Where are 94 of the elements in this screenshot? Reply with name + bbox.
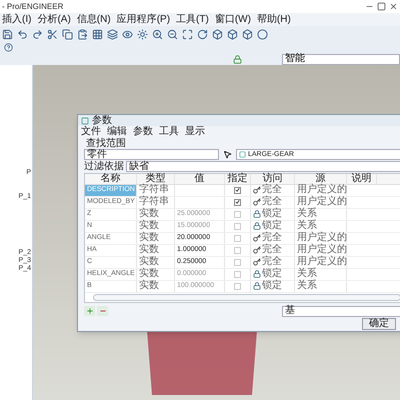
column-header: 名称 (85, 174, 137, 184)
table-cell: 关系 (295, 268, 347, 280)
dialog-icon (81, 116, 89, 125)
table-cell: 关系 (295, 220, 347, 232)
access-text: 完全 (262, 197, 282, 208)
menu-item[interactable]: 工具 (159, 126, 179, 137)
key-icon (253, 186, 261, 194)
filter-field[interactable]: 缺省 (126, 161, 400, 172)
table-cell: 用户定义的 (295, 184, 347, 196)
table-cell: 字符串 (137, 196, 175, 208)
table-cell: 用户定义的 (295, 256, 347, 268)
access-text: 完全 (262, 185, 282, 196)
redo-icon[interactable] (32, 28, 43, 40)
remove-button[interactable] (97, 306, 108, 316)
table-cell: 用户定义的 (295, 244, 347, 256)
plus-icon (86, 307, 94, 316)
table-cell: 关系 (295, 208, 347, 220)
menu-item[interactable]: 插入(I) (2, 14, 32, 24)
part-icon (239, 151, 246, 158)
menu-item[interactable]: 信息(N) (76, 14, 111, 24)
pointer-icon[interactable] (223, 150, 232, 160)
menu-item[interactable]: 显示 (185, 126, 205, 137)
access-text: 完全 (262, 257, 282, 268)
table-cell: 用户定义的 (295, 196, 347, 208)
designate-checkbox[interactable] (234, 198, 241, 206)
table-cell: 实数 (137, 256, 175, 268)
table-cell: 实数 (137, 280, 175, 292)
add-button[interactable] (84, 306, 95, 316)
maximize-icon[interactable] (377, 2, 386, 11)
designate-checkbox[interactable] (234, 186, 241, 194)
access-text: 锁定 (262, 209, 282, 220)
layers-icon[interactable] (107, 28, 118, 40)
key-icon (253, 198, 261, 206)
shading-icon[interactable] (137, 28, 148, 40)
access-text: 锁定 (262, 221, 282, 232)
table-cell: 实数 (137, 268, 175, 280)
menu-item[interactable]: 分析(A) (37, 14, 71, 24)
table-cell: 关系 (295, 280, 347, 292)
menu-item[interactable]: 文件 (81, 126, 101, 137)
window-title: - Pro/ENGINEER (2, 0, 64, 12)
grid-icon[interactable] (92, 28, 103, 40)
close-icon[interactable] (389, 2, 398, 11)
lookup-label: 查找范围 (85, 138, 127, 149)
table-cell: 字符串 (137, 184, 175, 196)
table-cell: 实数 (137, 232, 175, 244)
column-header: 类型 (137, 174, 175, 184)
menu-item[interactable]: 应用程序(P) (116, 14, 170, 24)
lock-icon (253, 282, 261, 290)
cut-icon[interactable] (47, 28, 58, 40)
zoom-in-icon[interactable] (152, 28, 163, 40)
table-cell: 用户定义的 (295, 232, 347, 244)
filter-label: 过滤依据 (84, 162, 124, 172)
horizontal-scrollbar[interactable] (93, 294, 400, 301)
paste-icon[interactable] (77, 28, 88, 40)
menu-item[interactable]: 编辑 (107, 126, 127, 137)
view-dropdown[interactable]: 基 (282, 306, 400, 317)
menu-item[interactable]: 工具(T) (176, 14, 209, 24)
table-cell: 实数 (137, 220, 175, 232)
access-text: 完全 (262, 233, 282, 244)
key-icon (253, 234, 261, 242)
ok-button[interactable]: 确定 (362, 318, 396, 330)
dialog-title: 参数 (92, 116, 112, 126)
undo-icon[interactable] (17, 28, 28, 40)
help-icon[interactable] (4, 43, 13, 52)
table-cell: 实数 (137, 244, 175, 256)
menu-item[interactable]: 帮助(H) (256, 14, 291, 24)
access-text: 锁定 (262, 269, 282, 280)
sphere-icon[interactable] (257, 28, 268, 40)
key-icon (253, 258, 261, 266)
save-icon[interactable] (2, 28, 13, 40)
cube-icon[interactable] (227, 28, 238, 40)
zoom-out-icon[interactable] (167, 28, 178, 40)
lock-icon (253, 210, 261, 218)
column-header: 说明 (347, 174, 377, 184)
menu-item[interactable]: 参数 (133, 126, 153, 137)
fit-icon[interactable] (182, 28, 193, 40)
cube-icon[interactable] (242, 28, 253, 40)
menu-item[interactable]: 窗口(W) (214, 14, 251, 24)
key-icon (253, 246, 261, 254)
lock-icon (253, 270, 261, 278)
rotate-icon[interactable] (197, 28, 208, 40)
column-header: 访问 (251, 174, 295, 184)
lock-icon (253, 222, 261, 230)
filter-dropdown[interactable]: 智能 (282, 54, 400, 64)
cube-icon[interactable] (212, 28, 223, 40)
column-header: 源 (295, 174, 347, 184)
access-text: 完全 (262, 245, 282, 256)
access-text: 锁定 (262, 281, 282, 292)
table-cell: 实数 (137, 208, 175, 220)
scope-dropdown[interactable]: 零件 (84, 149, 219, 160)
column-header: 值 (175, 174, 225, 184)
column-header: 指定 (225, 174, 251, 184)
eye-icon[interactable] (122, 28, 133, 40)
copy-icon[interactable] (62, 28, 73, 40)
